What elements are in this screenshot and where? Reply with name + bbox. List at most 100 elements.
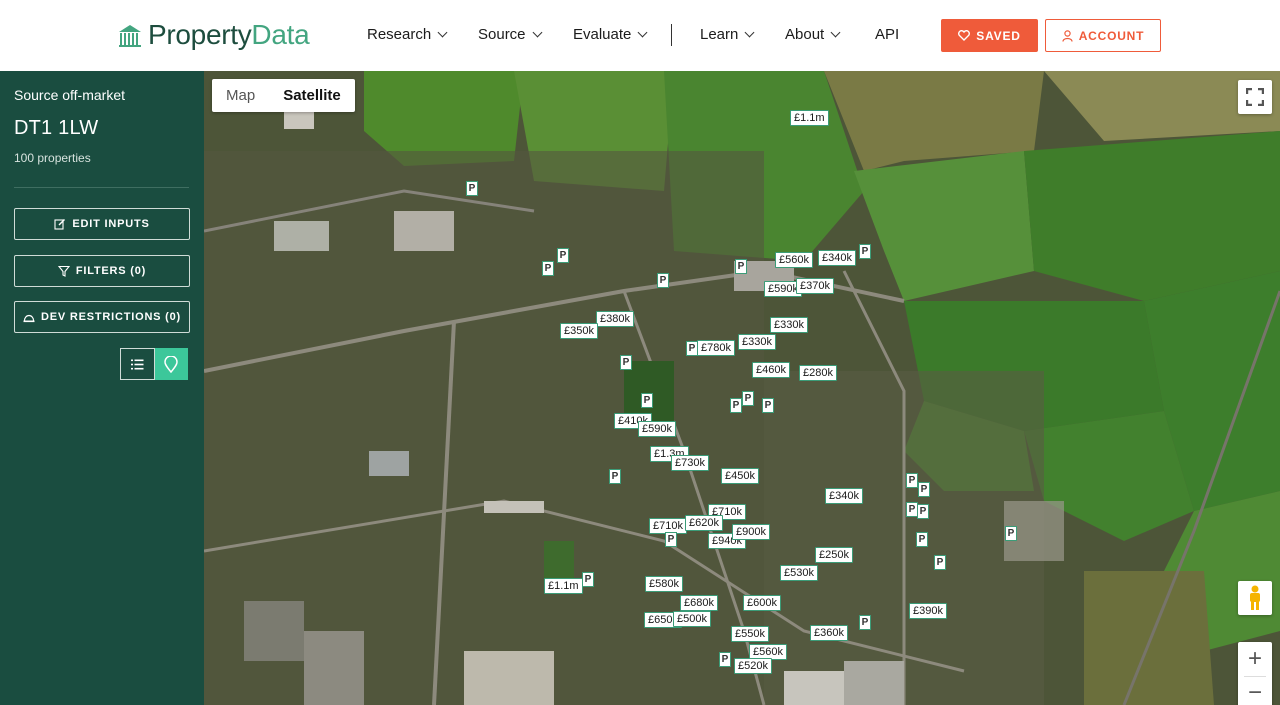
plot-pin[interactable]: P [641,393,653,408]
price-pin[interactable]: £550k [731,626,769,642]
plot-pin[interactable]: P [918,482,930,497]
nav-research[interactable]: Research [367,26,448,43]
plot-pin[interactable]: P [466,181,478,196]
chevron-down-icon [532,27,542,38]
fullscreen-button[interactable] [1238,80,1272,114]
plot-pin[interactable]: P [542,261,554,276]
price-pin[interactable]: £340k [825,488,863,504]
price-pin[interactable]: £530k [780,565,818,581]
price-pin[interactable]: £450k [721,468,759,484]
satellite-imagery [204,71,1280,705]
saved-button[interactable]: SAVED [941,19,1038,52]
map-pin-icon [164,355,179,373]
price-pin[interactable]: £330k [738,334,776,350]
filter-icon [57,265,70,277]
sidebar-divider [14,187,189,188]
plot-pin[interactable]: P [762,398,774,413]
plot-pin[interactable]: P [917,504,929,519]
price-pin[interactable]: £380k [596,311,634,327]
nav-evaluate[interactable]: Evaluate [573,26,648,43]
price-pin[interactable]: £590k [638,421,676,437]
heart-icon [958,30,971,41]
chevron-down-icon [830,27,841,38]
plot-pin[interactable]: P [916,532,928,547]
fullscreen-icon [1246,88,1264,106]
plot-pin[interactable]: P [620,355,632,370]
edit-inputs-button[interactable]: EDIT INPUTS [14,208,190,240]
price-pin[interactable]: £280k [799,365,837,381]
plot-pin[interactable]: P [657,273,669,288]
price-pin[interactable]: £1.1m [544,578,583,594]
price-pin[interactable]: £580k [645,576,683,592]
price-pin[interactable]: £370k [796,278,834,294]
price-pin[interactable]: £620k [685,515,723,531]
user-icon [1062,29,1073,42]
dev-restrictions-button[interactable]: DEV RESTRICTIONS (0) [14,301,190,333]
map-type-map-button[interactable]: Map [212,79,269,112]
list-icon [130,359,144,369]
logo-building-icon [119,25,141,47]
price-pin[interactable]: £780k [697,340,735,356]
price-pin[interactable]: £560k [775,252,813,268]
nav-about[interactable]: About [785,26,841,43]
postcode-title: DT1 1LW [14,117,99,139]
account-button[interactable]: ACCOUNT [1045,19,1161,52]
top-navbar: PropertyData Research Source Evaluate Le… [0,0,1280,71]
propertydata-logo[interactable]: PropertyData [118,18,310,52]
price-pin[interactable]: £600k [743,595,781,611]
chevron-down-icon [744,27,755,38]
map-view-button[interactable] [154,348,188,380]
price-pin[interactable]: £360k [810,625,848,641]
plot-pin[interactable]: P [582,572,594,587]
nav-source[interactable]: Source [478,26,542,43]
edit-icon [54,219,66,230]
price-pin[interactable]: £460k [752,362,790,378]
plot-pin[interactable]: P [557,248,569,263]
price-pin[interactable]: £350k [560,323,598,339]
price-pin[interactable]: £520k [734,658,772,674]
plot-pin[interactable]: P [609,469,621,484]
plot-pin[interactable]: P [730,398,742,413]
street-view-button[interactable] [1238,581,1272,615]
chevron-down-icon [437,27,448,38]
pegman-icon [1250,585,1260,610]
plot-pin[interactable]: P [686,341,698,356]
list-view-button[interactable] [120,348,155,380]
satellite-map[interactable]: Map Satellite + − £1.1m £560k £340k £590… [204,71,1280,705]
view-toggle [120,348,188,380]
price-pin[interactable]: £730k [671,455,709,471]
price-pin[interactable]: £340k [818,250,856,266]
map-type-satellite-button[interactable]: Satellite [269,79,355,112]
sidebar-kicker: Source off-market [14,87,126,103]
price-pin[interactable]: £250k [815,547,853,563]
chevron-down-icon [637,27,648,38]
logo-text: PropertyData [148,19,310,50]
plot-pin[interactable]: P [665,532,677,547]
sidebar: Source off-market DT1 1LW 100 properties… [0,71,204,705]
zoom-out-button[interactable]: − [1238,676,1272,705]
plot-pin[interactable]: P [742,391,754,406]
filters-button[interactable]: FILTERS (0) [14,255,190,287]
price-pin[interactable]: £1.1m [790,110,829,126]
plot-pin[interactable]: P [735,259,747,274]
hardhat-icon [23,314,35,322]
price-pin[interactable]: £330k [770,317,808,333]
zoom-in-button[interactable]: + [1238,642,1272,676]
plot-pin[interactable]: P [859,244,871,259]
nav-learn[interactable]: Learn [700,26,755,43]
property-count: 100 properties [14,151,91,165]
zoom-divider [1244,676,1266,677]
price-pin[interactable]: £390k [909,603,947,619]
plot-pin[interactable]: P [859,615,871,630]
map-type-control: Map Satellite [212,79,355,112]
nav-api[interactable]: API [875,26,899,43]
price-pin[interactable]: £900k [732,524,770,540]
nav-divider [671,24,672,46]
plot-pin[interactable]: P [1005,526,1017,541]
plot-pin[interactable]: P [934,555,946,570]
plot-pin[interactable]: P [906,473,918,488]
price-pin[interactable]: £680k [680,595,718,611]
price-pin[interactable]: £500k [673,611,711,627]
zoom-control: + − [1238,642,1272,705]
plot-pin[interactable]: P [719,652,731,667]
